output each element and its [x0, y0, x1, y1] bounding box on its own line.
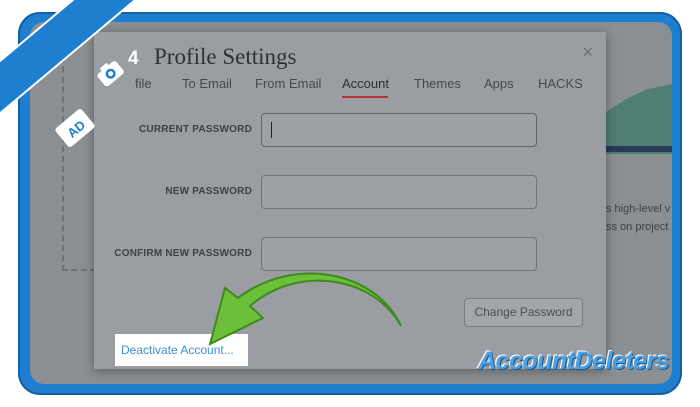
tab-from-email[interactable]: From Email [255, 76, 321, 91]
account-deleters-logo: AccountDeleters [478, 347, 670, 375]
confirm-password-field[interactable] [261, 237, 537, 271]
dialog-title: Profile Settings [154, 44, 297, 69]
background-text-1: s high-level v [606, 203, 671, 215]
tab-apps[interactable]: Apps [484, 76, 514, 91]
background-text-2: ss on project [606, 221, 669, 233]
tab-account[interactable]: Account [342, 76, 389, 91]
background-chart [606, 84, 672, 154]
new-password-label: NEW PASSWORD [165, 186, 252, 197]
step-number: 4 [128, 48, 139, 69]
account-deleters-badge-icon: AD [55, 109, 95, 147]
tutorial-frame: s high-level v ss on project Profile Set… [0, 0, 700, 407]
curved-arrow-icon [208, 272, 402, 346]
tab-profile[interactable]: file [135, 76, 152, 91]
new-password-field[interactable] [261, 175, 537, 209]
tab-to-email[interactable]: To Email [182, 76, 232, 91]
active-tab-indicator [342, 96, 388, 98]
tab-bar: file To Email From Email Account Themes … [94, 76, 606, 98]
confirm-password-label: CONFIRM NEW PASSWORD [114, 248, 252, 259]
close-icon[interactable]: × [582, 42, 593, 63]
tab-hacks[interactable]: HACKS [538, 76, 583, 91]
text-caret [271, 122, 272, 138]
background-bar [606, 146, 672, 152]
current-password-label: CURRENT PASSWORD [138, 124, 252, 135]
change-password-button[interactable]: Change Password [464, 298, 583, 327]
tab-themes[interactable]: Themes [414, 76, 461, 91]
camera-icon [97, 61, 124, 86]
current-password-field[interactable] [261, 113, 537, 147]
